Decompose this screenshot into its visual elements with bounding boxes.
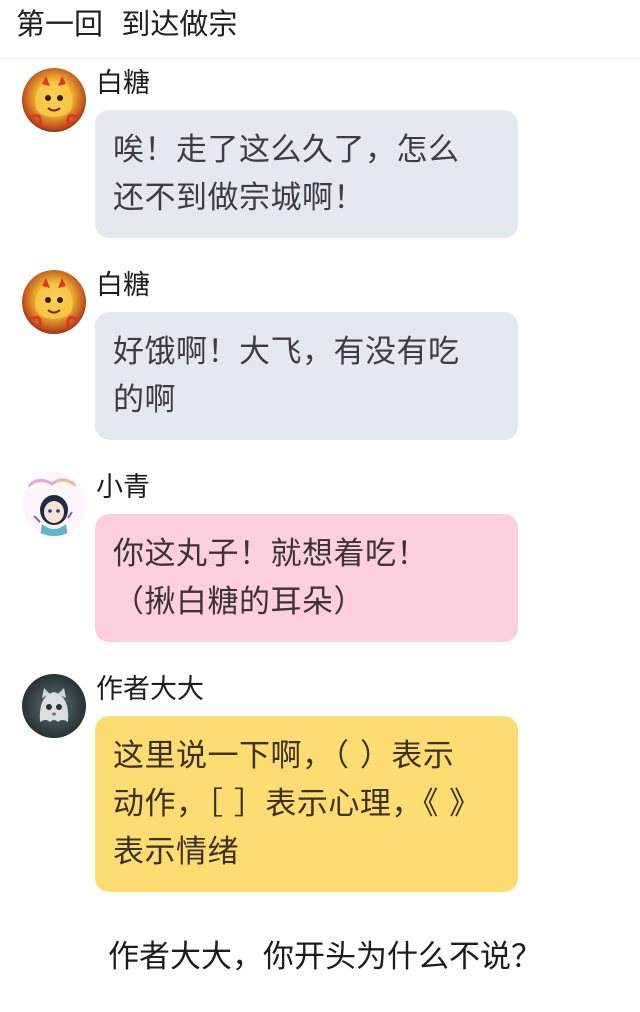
golden-dragon-avatar-icon[interactable] bbox=[22, 68, 86, 132]
header-divider bbox=[0, 58, 640, 59]
message-text-line: 这里说一下啊，（ ）表示 bbox=[113, 738, 455, 774]
message-bubble[interactable]: 这里说一下啊，（ ）表示 动作，［ ］表示心理，《 》 表示情绪 bbox=[95, 716, 518, 892]
sender-name: 作者大大 bbox=[96, 674, 204, 705]
message-bubble[interactable]: 唉！走了这么久了，怎么 还不到做宗城啊！ bbox=[95, 110, 518, 238]
message-text-line: 唉！走了这么久了，怎么 bbox=[113, 132, 460, 168]
sender-name: 白糖 bbox=[96, 270, 150, 301]
message-text-line: 表示情绪 bbox=[113, 834, 239, 870]
footer-question: 作者大大，你开头为什么不说？ bbox=[108, 939, 542, 975]
golden-dragon-avatar-icon[interactable] bbox=[22, 270, 86, 334]
message-text-line: 你这丸子！就想着吃！ bbox=[113, 536, 428, 572]
message-text-line: 还不到做宗城啊！ bbox=[113, 180, 365, 216]
message-bubble[interactable]: 你这丸子！就想着吃！ （揪白糖的耳朵） bbox=[95, 514, 518, 642]
sender-name: 小青 bbox=[96, 472, 150, 503]
message-bubble[interactable]: 好饿啊！大飞，有没有吃 的啊 bbox=[95, 312, 518, 440]
message-text-line: 的啊 bbox=[113, 382, 176, 418]
message-text-line: （揪白糖的耳朵） bbox=[113, 584, 365, 620]
message-text-line: 好饿啊！大飞，有没有吃 bbox=[113, 334, 460, 370]
message-text-line: 动作，［ ］表示心理，《 》 bbox=[113, 786, 481, 822]
ghost-cat-avatar-icon[interactable] bbox=[22, 674, 86, 738]
sender-name: 白糖 bbox=[96, 68, 150, 99]
anime-girl-avatar-icon[interactable] bbox=[22, 472, 86, 536]
chapter-title: 第一回 到达做宗 bbox=[16, 7, 238, 41]
